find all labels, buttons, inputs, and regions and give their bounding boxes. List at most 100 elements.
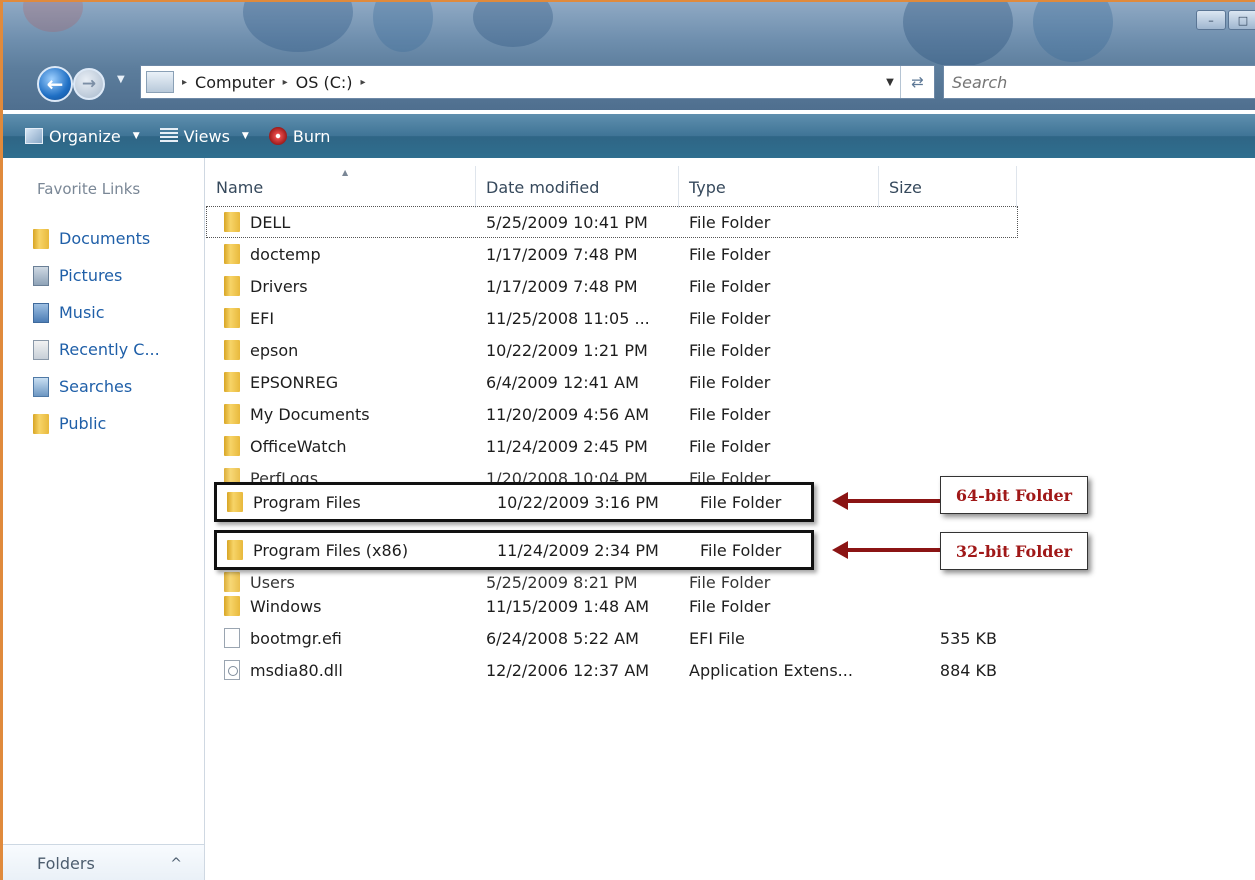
search-box[interactable]	[943, 65, 1255, 99]
favorite-link-label: Pictures	[59, 266, 123, 285]
folders-label: Folders	[37, 854, 95, 873]
breadcrumb-separator-icon[interactable]: ▸	[283, 77, 288, 88]
arrow-line	[846, 548, 940, 552]
file-row[interactable]: EPSONREG 6/4/2009 12:41 AM File Folder	[206, 366, 1018, 398]
file-name: My Documents	[250, 404, 370, 424]
folder-icon	[224, 276, 240, 296]
favorite-link-pictures[interactable]: Pictures	[33, 257, 160, 294]
highlight-program-files[interactable]: Program Files 10/22/2009 3:16 PM File Fo…	[214, 482, 814, 522]
favorite-link-searches[interactable]: Searches	[33, 368, 160, 405]
file-row[interactable]: msdia80.dll 12/2/2006 12:37 AM Applicati…	[206, 654, 1018, 686]
file-row[interactable]: DELL 5/25/2009 10:41 PM File Folder	[206, 206, 1018, 238]
minimize-button[interactable]: –	[1196, 10, 1226, 30]
highlight-program-files-x86[interactable]: Program Files (x86) 11/24/2009 2:34 PM F…	[214, 530, 814, 570]
folders-toggle[interactable]: Folders ^	[3, 844, 204, 880]
column-header-date-modified[interactable]: Date modified	[476, 166, 679, 208]
navigation-pane: Favorite Links Documents Pictures Music …	[3, 158, 205, 880]
folder-icon	[227, 492, 243, 512]
favorite-link-label: Music	[59, 303, 105, 322]
views-icon	[159, 128, 178, 144]
burn-button[interactable]: Burn	[265, 123, 341, 150]
file-type: File Folder	[689, 276, 771, 296]
file-date: 5/25/2009 8:21 PM	[486, 572, 638, 592]
file-date: 11/25/2008 11:05 ...	[486, 308, 650, 328]
file-type: File Folder	[689, 340, 771, 360]
forward-button[interactable]: →	[73, 68, 105, 100]
column-header-size[interactable]: Size	[879, 166, 1017, 208]
file-date: 11/15/2009 1:48 AM	[486, 596, 650, 616]
column-header-type[interactable]: Type	[679, 166, 879, 208]
column-headers: Name ▲ Date modified Type Size	[206, 166, 1255, 208]
chevron-up-icon: ^	[170, 855, 182, 872]
label-64-bit-folder: 64-bit Folder	[940, 476, 1088, 514]
folder-icon	[224, 340, 240, 360]
file-row[interactable]: doctemp 1/17/2009 7:48 PM File Folder	[206, 238, 1018, 270]
breadcrumb-os-c[interactable]: OS (C:)	[296, 73, 353, 92]
file-date: 12/2/2006 12:37 AM	[486, 660, 650, 680]
address-dropdown-icon[interactable]: ▼	[880, 77, 900, 88]
back-button[interactable]: ←	[37, 66, 73, 102]
file-row[interactable]: Windows 11/15/2009 1:48 AM File Folder	[206, 590, 1018, 622]
file-type: File Folder	[689, 436, 771, 456]
breadcrumb-separator-icon[interactable]: ▸	[182, 77, 187, 88]
file-date: 1/17/2009 7:48 PM	[486, 276, 638, 296]
breadcrumb-computer[interactable]: Computer	[195, 73, 275, 92]
file-type: File Folder	[689, 404, 771, 424]
column-header-label: Date modified	[486, 177, 600, 197]
file-type: File Folder	[689, 596, 771, 616]
favorite-link-label: Searches	[59, 377, 133, 396]
window-chrome: – □ ← → ▼ ▸ Computer ▸ OS (C:) ▸ ▼ ⇄	[3, 2, 1255, 110]
file-row[interactable]: OfficeWatch 11/24/2009 2:45 PM File Fold…	[206, 430, 1018, 462]
file-name: Program Files	[253, 492, 361, 512]
favorite-link-documents[interactable]: Documents	[33, 220, 160, 257]
file-type: File Folder	[689, 244, 771, 264]
glass-decoration	[243, 2, 353, 52]
file-date: 11/24/2009 2:34 PM	[497, 540, 659, 560]
views-button[interactable]: Views ▼	[156, 123, 259, 150]
file-name: Windows	[250, 596, 322, 616]
file-name: doctemp	[250, 244, 321, 264]
favorite-link-recently-changed[interactable]: Recently C...	[33, 331, 160, 368]
recent-pages-dropdown[interactable]: ▼	[117, 74, 131, 92]
folder-icon	[224, 308, 240, 328]
file-type: File Folder	[689, 308, 771, 328]
file-row[interactable]: Drivers 1/17/2009 7:48 PM File Folder	[206, 270, 1018, 302]
views-label: Views	[183, 126, 230, 146]
file-name: Users	[250, 572, 295, 592]
favorite-links-heading: Favorite Links	[37, 180, 141, 198]
file-row[interactable]: bootmgr.efi 6/24/2008 5:22 AM EFI File 5…	[206, 622, 1018, 654]
file-row[interactable]: My Documents 11/20/2009 4:56 AM File Fol…	[206, 398, 1018, 430]
file-type: File Folder	[700, 492, 782, 512]
arrow-line	[846, 499, 940, 503]
address-bar[interactable]: ▸ Computer ▸ OS (C:) ▸ ▼ ⇄	[140, 65, 935, 99]
file-name: EPSONREG	[250, 372, 339, 392]
file-row[interactable]: EFI 11/25/2008 11:05 ... File Folder	[206, 302, 1018, 334]
favorite-link-music[interactable]: Music	[33, 294, 160, 331]
file-type: File Folder	[689, 572, 771, 592]
refresh-icon[interactable]: ⇄	[900, 66, 934, 98]
glass-decoration	[373, 2, 433, 52]
folder-icon	[224, 372, 240, 392]
glass-decoration	[903, 2, 1013, 67]
favorite-link-label: Documents	[59, 229, 151, 248]
search-input[interactable]	[944, 66, 1255, 98]
folder-icon	[224, 596, 240, 616]
favorite-link-public[interactable]: Public	[33, 405, 160, 442]
maximize-button[interactable]: □	[1228, 10, 1255, 30]
file-row[interactable]: epson 10/22/2009 1:21 PM File Folder	[206, 334, 1018, 366]
favorite-link-label: Recently C...	[59, 340, 160, 359]
column-header-name[interactable]: Name ▲	[206, 166, 476, 208]
file-name: EFI	[250, 308, 275, 328]
file-size: 535 KB	[939, 628, 997, 648]
recent-icon	[33, 339, 49, 360]
file-date: 1/17/2009 7:48 PM	[486, 244, 638, 264]
file-date: 10/22/2009 3:16 PM	[497, 492, 659, 512]
organize-button[interactable]: Organize ▼	[21, 123, 150, 150]
breadcrumb-separator-icon[interactable]: ▸	[361, 77, 366, 88]
command-toolbar: Organize ▼ Views ▼ Burn	[3, 114, 1255, 158]
favorite-links-list: Documents Pictures Music Recently C... S…	[33, 220, 160, 442]
sort-up-icon: ▲	[342, 168, 349, 177]
file-date: 5/25/2009 10:41 PM	[486, 212, 648, 232]
glass-decoration	[1033, 2, 1113, 62]
column-header-label: Size	[889, 177, 922, 197]
